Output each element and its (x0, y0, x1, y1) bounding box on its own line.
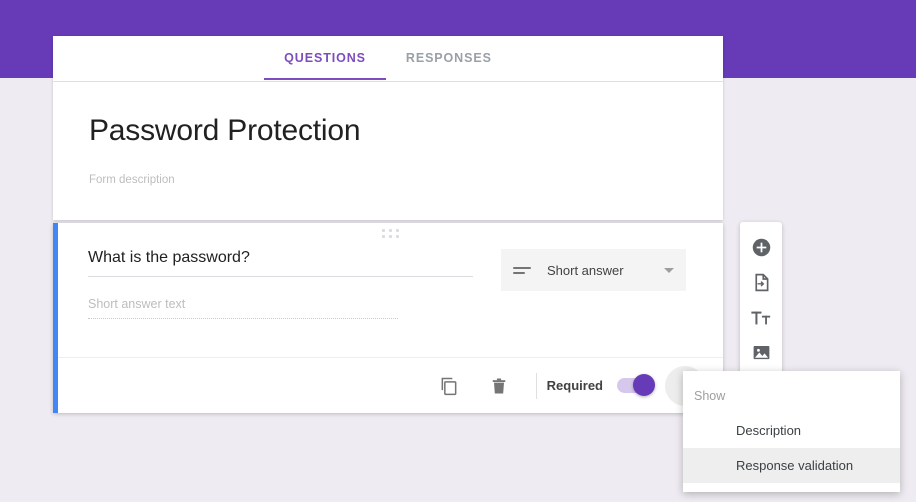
title-text-icon (751, 311, 771, 324)
delete-button[interactable] (482, 369, 516, 403)
menu-item-response-validation[interactable]: Response validation (683, 448, 900, 483)
tab-responses[interactable]: RESPONSES (386, 36, 512, 80)
add-image-button[interactable] (741, 335, 781, 370)
add-circle-icon (752, 238, 770, 257)
form-description-placeholder[interactable]: Form description (89, 174, 687, 186)
required-toggle[interactable] (617, 374, 655, 396)
import-questions-button[interactable] (741, 265, 781, 300)
chevron-down-icon (664, 267, 674, 273)
short-answer-placeholder: Short answer text (88, 297, 398, 319)
question-footer-toolbar: Required (58, 357, 723, 413)
side-toolbar (740, 222, 782, 378)
short-answer-lines-icon (513, 266, 531, 274)
tab-responses-label: RESPONSES (405, 51, 492, 65)
add-question-button[interactable] (741, 230, 781, 265)
question-card[interactable]: What is the password? Short answer text … (53, 223, 723, 413)
question-body: What is the password? Short answer text … (58, 223, 723, 319)
toolbar-divider (535, 372, 537, 399)
duplicate-button[interactable] (432, 369, 466, 403)
tab-questions[interactable]: QUESTIONS (264, 36, 386, 80)
required-toggle-knob (633, 374, 655, 396)
show-menu: Show Description Response validation (683, 371, 900, 492)
question-type-value: Short answer (547, 262, 624, 278)
form-tabs: QUESTIONS RESPONSES (53, 36, 723, 82)
show-menu-header: Show (694, 389, 726, 403)
add-title-button[interactable] (741, 300, 781, 335)
duplicate-icon (441, 377, 457, 395)
question-type-select[interactable]: Short answer (501, 249, 686, 291)
form-card: QUESTIONS RESPONSES Password Protection … (53, 36, 723, 220)
menu-item-description[interactable]: Description (683, 413, 900, 448)
question-title-input[interactable]: What is the password? (88, 249, 473, 277)
import-questions-icon (754, 273, 768, 292)
image-icon (753, 345, 769, 360)
form-header: Password Protection Form description (53, 82, 723, 220)
required-label: Required (546, 378, 603, 393)
tab-questions-label: QUESTIONS (284, 51, 366, 65)
trash-icon (492, 378, 505, 393)
question-left-column: What is the password? Short answer text (88, 249, 473, 319)
form-title[interactable]: Password Protection (89, 112, 687, 150)
